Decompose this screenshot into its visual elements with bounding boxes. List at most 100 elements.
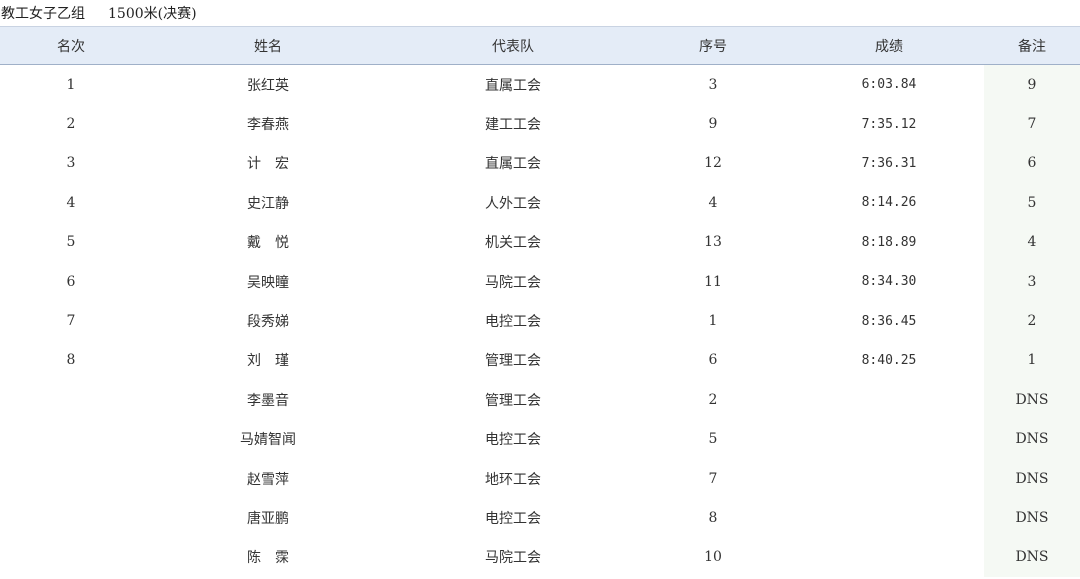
cell-name: 史江静 xyxy=(247,195,289,212)
cell-note: DNS xyxy=(1015,509,1049,526)
column-header-lane: 序号 xyxy=(699,38,727,55)
cell-team: 建工工会 xyxy=(485,117,541,134)
cell-note: 9 xyxy=(1027,76,1037,93)
cell-rank: 1 xyxy=(66,76,76,93)
column-header-note: 备注 xyxy=(1018,38,1046,55)
cell-rank: 8 xyxy=(66,352,76,369)
cell-team: 电控工会 xyxy=(485,314,541,331)
cell-lane: 4 xyxy=(708,194,718,211)
cell-lane: 1 xyxy=(708,313,718,330)
cell-lane: 6 xyxy=(708,352,718,369)
table-row: 赵雪萍 地环工会 7 DNS xyxy=(0,459,1080,498)
cell-time: 7:36.31 xyxy=(861,155,917,171)
table-row: 马婧智闻 电控工会 5 DNS xyxy=(0,420,1080,459)
cell-rank xyxy=(0,498,142,537)
cell-team: 地环工会 xyxy=(485,471,541,488)
cell-time xyxy=(794,420,984,459)
cell-name: 陈 霂 xyxy=(247,550,289,567)
cell-rank xyxy=(0,538,142,577)
cell-time: 8:36.45 xyxy=(861,313,917,329)
column-header-team: 代表队 xyxy=(492,38,534,55)
cell-rank: 5 xyxy=(66,234,76,251)
cell-team: 马院工会 xyxy=(485,550,541,567)
cell-name: 刘 瑾 xyxy=(247,353,289,370)
cell-time: 8:40.25 xyxy=(861,352,917,368)
cell-team: 电控工会 xyxy=(485,432,541,449)
table-row: 7 段秀娣 电控工会 1 8:36.45 2 xyxy=(0,301,1080,340)
cell-note: 4 xyxy=(1027,234,1037,251)
cell-rank xyxy=(0,459,142,498)
cell-team: 管理工会 xyxy=(485,392,541,409)
cell-team: 管理工会 xyxy=(485,353,541,370)
table-row: 8 刘 瑾 管理工会 6 8:40.25 1 xyxy=(0,341,1080,380)
cell-team: 电控工会 xyxy=(485,510,541,527)
cell-note: DNS xyxy=(1015,470,1049,487)
cell-name: 赵雪萍 xyxy=(247,471,289,488)
cell-time: 7:35.12 xyxy=(861,116,917,132)
cell-time xyxy=(794,459,984,498)
cell-note: 3 xyxy=(1027,273,1037,290)
cell-note: 1 xyxy=(1027,352,1037,369)
cell-name: 马婧智闻 xyxy=(240,432,296,449)
cell-lane: 13 xyxy=(704,234,722,251)
cell-team: 人外工会 xyxy=(485,195,541,212)
table-row: 2 李春燕 建工工会 9 7:35.12 7 xyxy=(0,104,1080,143)
cell-time xyxy=(794,538,984,577)
cell-time xyxy=(794,498,984,537)
table-row: 6 吴映瞳 马院工会 11 8:34.30 3 xyxy=(0,262,1080,301)
cell-lane: 11 xyxy=(704,273,722,290)
results-table: 名次 姓名 代表队 序号 成绩 备注 1 张红英 直属工会 3 6:03.84 9 2 李春燕… xyxy=(0,26,1080,578)
cell-note: 5 xyxy=(1027,194,1037,211)
cell-time: 8:18.89 xyxy=(861,234,917,250)
cell-note: 2 xyxy=(1027,313,1037,330)
cell-rank: 4 xyxy=(66,194,76,211)
cell-rank: 7 xyxy=(66,313,76,330)
table-row: 3 计 宏 直属工会 12 7:36.31 6 xyxy=(0,144,1080,183)
table-row: 李墨音 管理工会 2 DNS xyxy=(0,380,1080,419)
cell-time: 6:03.84 xyxy=(861,77,917,93)
cell-name: 张红英 xyxy=(247,77,289,94)
cell-time xyxy=(794,380,984,419)
cell-name: 唐亚鹏 xyxy=(247,510,289,527)
table-row: 陈 霂 马院工会 10 DNS xyxy=(0,538,1080,577)
cell-name: 段秀娣 xyxy=(247,314,289,331)
table-body: 1 张红英 直属工会 3 6:03.84 9 2 李春燕 建工工会 9 7:35.12 7 3 计 宏直属… xyxy=(0,65,1080,578)
cell-note: 7 xyxy=(1027,116,1037,133)
cell-lane: 10 xyxy=(704,549,722,566)
cell-name: 李春燕 xyxy=(247,117,289,134)
cell-lane: 3 xyxy=(708,76,718,93)
table-row: 1 张红英 直属工会 3 6:03.84 9 xyxy=(0,65,1080,104)
cell-lane: 2 xyxy=(708,391,718,408)
cell-team: 直属工会 xyxy=(485,77,541,94)
cell-team: 直属工会 xyxy=(485,156,541,173)
cell-name: 李墨音 xyxy=(247,392,289,409)
column-header-name: 姓名 xyxy=(254,38,282,55)
cell-name: 吴映瞳 xyxy=(247,274,289,291)
cell-lane: 9 xyxy=(708,116,718,133)
column-header-rank: 名次 xyxy=(57,38,85,55)
cell-team: 马院工会 xyxy=(485,274,541,291)
event-header: 教工女子乙组 1500米(决赛) xyxy=(0,0,1080,26)
cell-rank xyxy=(0,420,142,459)
table-row: 5 戴 悦 机关工会 13 8:18.89 4 xyxy=(0,223,1080,262)
table-row: 4 史江静 人外工会 4 8:14.26 5 xyxy=(0,183,1080,222)
table-header-row: 名次 姓名 代表队 序号 成绩 备注 xyxy=(0,26,1080,65)
table-row: 唐亚鹏 电控工会 8 DNS xyxy=(0,498,1080,537)
cell-note: DNS xyxy=(1015,391,1049,408)
cell-rank: 6 xyxy=(66,273,76,290)
event-group-title: 教工女子乙组 xyxy=(1,6,85,22)
column-header-time: 成绩 xyxy=(875,38,903,55)
cell-time: 8:34.30 xyxy=(861,274,917,290)
cell-team: 机关工会 xyxy=(485,235,541,252)
cell-note: 6 xyxy=(1027,155,1037,172)
cell-rank: 2 xyxy=(66,116,76,133)
cell-name: 计 宏 xyxy=(247,156,289,173)
event-name-title: 1500米(决赛) xyxy=(108,6,197,22)
cell-note: DNS xyxy=(1015,431,1049,448)
cell-lane: 8 xyxy=(708,509,718,526)
cell-rank xyxy=(0,380,142,419)
cell-note: DNS xyxy=(1015,549,1049,566)
cell-lane: 5 xyxy=(708,431,718,448)
cell-rank: 3 xyxy=(66,155,76,172)
cell-name: 戴 悦 xyxy=(247,235,289,252)
